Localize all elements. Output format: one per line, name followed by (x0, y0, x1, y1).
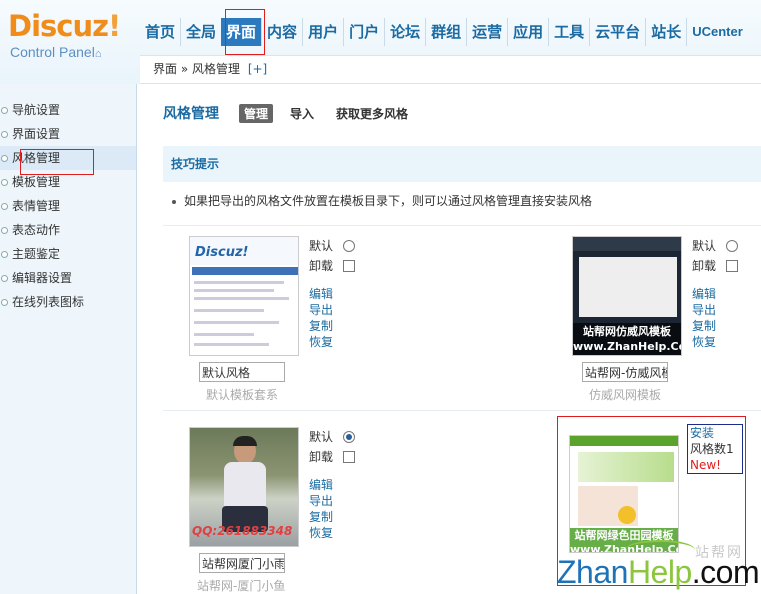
nav-content[interactable]: 内容 (261, 18, 302, 46)
restore-link[interactable]: 恢复 (309, 525, 355, 541)
divider (163, 410, 761, 411)
edit-link[interactable]: 编辑 (309, 286, 355, 302)
tab-get-more[interactable]: 获取更多风格 (331, 104, 413, 123)
install-info-box: 安装 风格数1 New! (687, 424, 743, 474)
default-radio[interactable] (343, 431, 355, 443)
restore-link[interactable]: 恢复 (692, 334, 738, 350)
tips-header: 技巧提示 (163, 146, 761, 182)
tip-content: 如果把导出的风格文件放置在模板目录下，则可以通过风格管理直接安装风格 (184, 194, 593, 208)
breadcrumb: 界面 » 风格管理 [+] (140, 55, 761, 84)
nav-portal[interactable]: 门户 (343, 18, 384, 46)
logo-bang: ! (108, 9, 121, 43)
style-thumbnail[interactable]: 站帮网仿威风模板 www.ZhanHelp.Com (572, 236, 682, 356)
add-shortcut-link[interactable]: [+] (248, 62, 267, 76)
nav-interface[interactable]: 界面 (221, 18, 262, 46)
edit-link[interactable]: 编辑 (692, 286, 738, 302)
style-ops: 默认 卸载 编辑 导出 复制 恢复 (309, 236, 355, 350)
nav-tools[interactable]: 工具 (548, 18, 589, 46)
style-name-input[interactable]: 站帮网厦门小雨 (199, 553, 285, 573)
thumb-overlay-url: www.ZhanHelp.Com (573, 340, 681, 353)
style-count: 风格数1 (690, 442, 734, 456)
sidebar-item-interface-settings[interactable]: 界面设置 (0, 122, 136, 146)
default-label: 默认 (309, 239, 334, 253)
style-name-input[interactable]: 默认风格 (199, 362, 285, 382)
style-name-input[interactable]: 站帮网-仿威风模 (582, 362, 668, 382)
style-thumbnail[interactable]: 站帮网绿色田园模板www.ZhanHelp.Com (569, 435, 679, 553)
default-label: 默认 (692, 239, 717, 253)
zhanhelp-watermark: 站帮网 ZhanHelp.com (555, 540, 761, 594)
style-ops: 默认 卸载 编辑 导出 复制 恢复 (309, 427, 355, 541)
nav-global[interactable]: 全局 (180, 18, 221, 46)
bullet-icon (172, 199, 176, 204)
style-thumbnail[interactable]: Discuz! (189, 236, 299, 356)
style-caption: 站帮网-厦门小鱼 (197, 579, 286, 593)
logo-text: Discuz (8, 9, 109, 43)
export-link[interactable]: 导出 (692, 302, 738, 318)
uninstall-checkbox[interactable] (726, 260, 738, 272)
uninstall-label: 卸载 (309, 450, 334, 464)
uninstall-label: 卸载 (309, 259, 334, 273)
restore-link[interactable]: 恢复 (309, 334, 355, 350)
nav-apps[interactable]: 应用 (507, 18, 548, 46)
export-link[interactable]: 导出 (309, 302, 355, 318)
nav-ucenter[interactable]: UCenter (686, 18, 748, 46)
copy-link[interactable]: 复制 (309, 318, 355, 334)
sidebar-item-editor[interactable]: 编辑器设置 (0, 266, 136, 290)
style-ops: 默认 卸载 编辑 导出 复制 恢复 (692, 236, 738, 350)
person-figure (222, 436, 268, 538)
style-caption: 默认模板套系 (206, 388, 279, 402)
default-label: 默认 (309, 430, 334, 444)
header: Discuz! Control Panel⌂ 首页 全局 界面 内容 用户 门户… (0, 0, 761, 84)
uninstall-label: 卸载 (692, 259, 717, 273)
sidebar-item-online-icons[interactable]: 在线列表图标 (0, 290, 136, 314)
tab-manage[interactable]: 管理 (239, 103, 274, 123)
logo-subtitle: Control Panel (10, 44, 95, 60)
thumb-overlay-text: 站帮网仿威风模板 (583, 325, 671, 338)
nav-webmaster[interactable]: 站长 (645, 18, 686, 46)
default-radio[interactable] (343, 240, 355, 252)
tip-text: 如果把导出的风格文件放置在模板目录下，则可以通过风格管理直接安装风格 (172, 192, 592, 209)
uninstall-checkbox[interactable] (343, 451, 355, 463)
sidebar: 导航设置 界面设置 风格管理 模板管理 表情管理 表态动作 主题鉴定 编辑器设置… (0, 84, 137, 594)
divider (163, 225, 761, 226)
install-link[interactable]: 安装 (690, 425, 742, 441)
default-radio[interactable] (726, 240, 738, 252)
nav-forum[interactable]: 论坛 (384, 18, 425, 46)
main-content: 风格管理 管理 导入 获取更多风格 技巧提示 如果把导出的风格文件放置在模板目录… (138, 84, 761, 594)
sidebar-item-navigation[interactable]: 导航设置 (0, 98, 136, 122)
sidebar-item-clicks[interactable]: 表态动作 (0, 218, 136, 242)
sidebar-item-templates[interactable]: 模板管理 (0, 170, 136, 194)
uninstall-checkbox[interactable] (343, 260, 355, 272)
page-title-row: 风格管理 管理 导入 获取更多风格 (163, 102, 425, 124)
sidebar-item-style-management[interactable]: 风格管理 (0, 146, 136, 170)
watermark-logo: ZhanHelp.com (557, 554, 760, 590)
copy-link[interactable]: 复制 (309, 509, 355, 525)
nav-groups[interactable]: 群组 (425, 18, 466, 46)
nav-operations[interactable]: 运营 (466, 18, 507, 46)
nav-cloud[interactable]: 云平台 (589, 18, 645, 46)
export-link[interactable]: 导出 (309, 493, 355, 509)
nav-users[interactable]: 用户 (302, 18, 343, 46)
new-badge: New! (690, 458, 721, 472)
style-caption: 仿威风网模板 (589, 388, 662, 402)
edit-link[interactable]: 编辑 (309, 477, 355, 493)
discuz-logo: Discuz! Control Panel⌂ (8, 10, 136, 70)
style-thumbnail[interactable]: QQ:261883348 (189, 427, 299, 547)
thumb-logo-text: Discuz! (195, 245, 249, 260)
home-icon: ⌂ (94, 48, 102, 60)
tab-import[interactable]: 导入 (285, 104, 319, 123)
copy-link[interactable]: 复制 (692, 318, 738, 334)
sidebar-item-thread-stamps[interactable]: 主题鉴定 (0, 242, 136, 266)
flower-icon (618, 506, 636, 524)
top-navigation: 首页 全局 界面 内容 用户 门户 论坛 群组 运营 应用 工具 云平台 站长 … (140, 18, 748, 46)
page-title: 风格管理 (163, 106, 219, 122)
sidebar-item-smilies[interactable]: 表情管理 (0, 194, 136, 218)
breadcrumb-path: 界面 » 风格管理 (153, 62, 240, 76)
nav-home[interactable]: 首页 (140, 18, 180, 46)
thumb-qq-text: QQ:261883348 (192, 524, 293, 538)
